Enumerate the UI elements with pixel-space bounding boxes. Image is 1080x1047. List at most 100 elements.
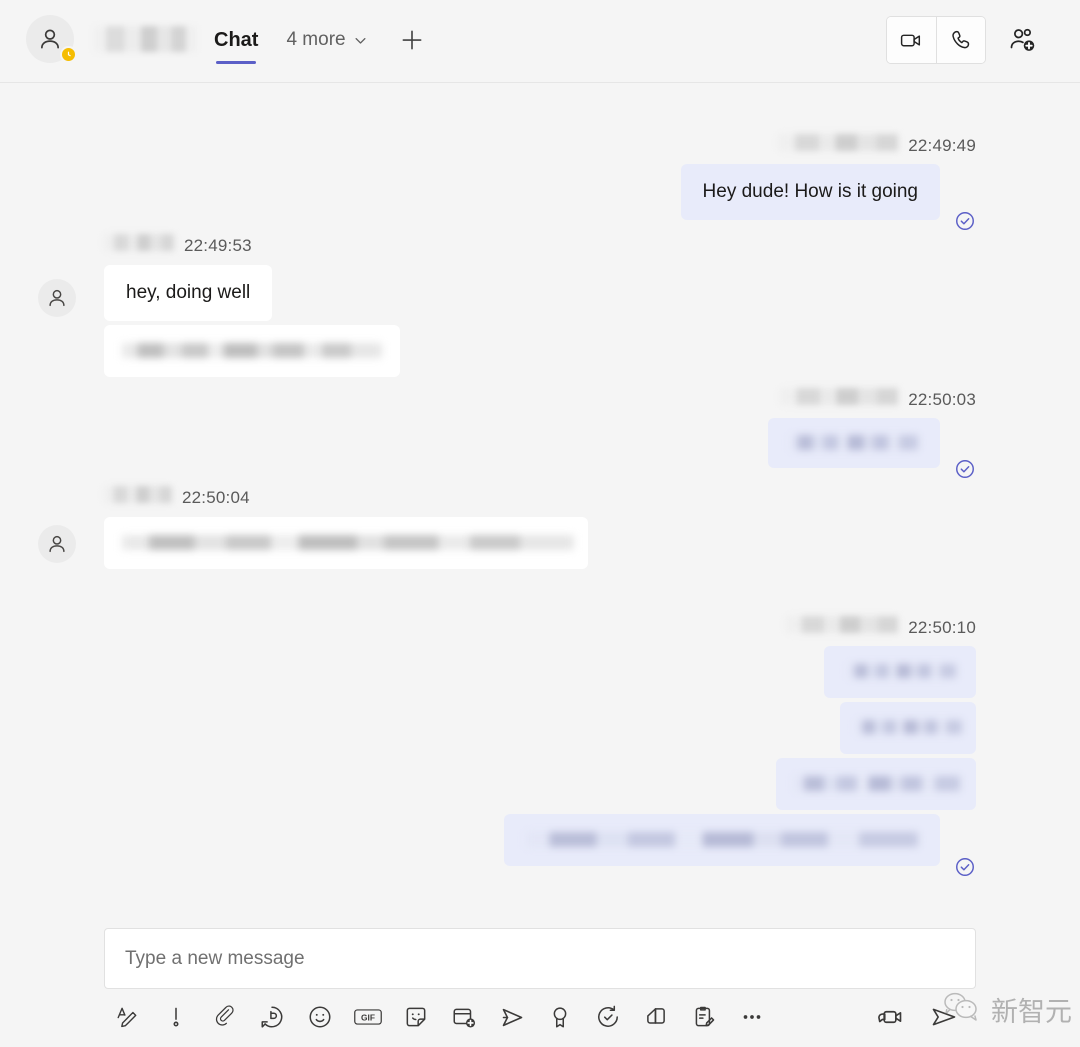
redacted-text — [794, 776, 960, 791]
contact-avatar[interactable] — [26, 15, 77, 63]
message-input[interactable]: Type a new message — [104, 928, 976, 989]
forms-icon — [695, 1006, 715, 1027]
header-actions — [886, 16, 1056, 64]
message-bubble[interactable] — [104, 517, 588, 569]
message-list[interactable]: 22:49:49 Hey dude! How is it going 22:49… — [0, 84, 1080, 912]
add-person-icon — [1010, 28, 1035, 51]
chat-title-redacted — [94, 26, 196, 52]
redacted-text — [122, 535, 574, 550]
loop-component-button[interactable] — [248, 999, 296, 1035]
message-input-placeholder: Type a new message — [125, 947, 305, 969]
apps-button[interactable] — [632, 999, 680, 1035]
message-bubble[interactable] — [768, 418, 940, 468]
person-icon — [41, 29, 59, 49]
redacted-text — [526, 832, 918, 847]
forms-button[interactable] — [680, 999, 728, 1035]
status-badge-away — [60, 46, 77, 63]
message-meta: 22:50:03 — [768, 388, 976, 410]
format-icon — [117, 1007, 137, 1028]
format-button[interactable] — [104, 999, 152, 1035]
message-bubble[interactable] — [104, 324, 400, 377]
attach-icon — [215, 1005, 234, 1026]
message-bubble[interactable] — [776, 758, 976, 810]
sender-name-redacted — [104, 486, 172, 503]
message-bubble[interactable] — [504, 814, 940, 866]
message-group-outgoing: 22:49:49 Hey dude! How is it going — [680, 134, 976, 230]
add-people-button[interactable] — [1004, 21, 1042, 59]
message-group-incoming: 22:50:04 — [38, 486, 588, 569]
message-meta: 22:49:53 — [104, 234, 400, 256]
stream-button[interactable] — [488, 999, 536, 1035]
sender-name-redacted — [104, 234, 174, 251]
apps-icon — [647, 1008, 665, 1024]
clock-icon — [67, 51, 71, 57]
loop-icon — [261, 1006, 283, 1028]
more-options-button[interactable] — [728, 999, 776, 1035]
important-icon — [173, 1007, 179, 1027]
add-tab-button[interactable] — [396, 24, 428, 56]
praise-button[interactable] — [536, 999, 584, 1035]
call-button-group — [886, 16, 986, 64]
composer-right-actions — [866, 999, 968, 1035]
message-bubble[interactable]: hey, doing well — [104, 265, 273, 321]
tab-chat-label: Chat — [214, 28, 259, 51]
praise-icon — [553, 1007, 567, 1028]
sender-name-redacted — [786, 616, 899, 633]
composer-toolbar: GIF — [104, 997, 976, 1037]
message-timestamp: 22:49:49 — [908, 136, 976, 155]
chevron-down-icon — [355, 37, 366, 44]
message-meta: 22:49:49 — [681, 134, 976, 156]
send-button[interactable] — [920, 999, 968, 1035]
message-group-outgoing: 22:50:10 — [504, 616, 976, 876]
more-tabs-label: 4 more — [286, 29, 346, 50]
watermark-text: 新智元 — [991, 996, 1072, 1028]
schedule-send-icon — [598, 1005, 618, 1027]
svg-text:GIF: GIF — [361, 1013, 375, 1023]
message-timestamp: 22:50:03 — [908, 390, 976, 409]
redacted-text — [790, 435, 918, 450]
meet-now-button[interactable] — [440, 999, 488, 1035]
message-bubble[interactable] — [824, 646, 976, 698]
message-meta: 22:50:10 — [504, 616, 976, 638]
message-bubble[interactable]: Hey dude! How is it going — [680, 164, 940, 220]
more-options-icon — [743, 1015, 761, 1019]
message-timestamp: 22:49:53 — [184, 236, 252, 255]
teams-chat-window: Chat 4 more 22:49:49 Hey dude! How is it… — [0, 0, 1080, 1047]
video-call-button[interactable] — [887, 17, 936, 63]
meet-now-icon — [453, 1008, 476, 1028]
more-tabs-dropdown[interactable]: 4 more — [286, 29, 367, 51]
chat-header: Chat 4 more — [0, 0, 1080, 83]
attach-file-button[interactable] — [200, 999, 248, 1035]
message-group-incoming: 22:49:53 hey, doing well — [38, 234, 400, 377]
schedule-send-button[interactable] — [584, 999, 632, 1035]
sender-avatar[interactable] — [38, 525, 76, 563]
tab-chat[interactable]: Chat — [208, 12, 264, 68]
message-timestamp: 22:50:04 — [182, 488, 250, 507]
check-circle-icon — [956, 858, 974, 876]
sender-name-redacted — [778, 134, 899, 151]
message-timestamp: 22:50:10 — [908, 618, 976, 637]
redacted-text — [848, 664, 956, 678]
phone-icon — [951, 30, 969, 48]
sticker-icon — [406, 1007, 426, 1027]
video-message-icon — [878, 1010, 902, 1024]
audio-call-button[interactable] — [936, 17, 985, 63]
redacted-text — [856, 720, 962, 734]
message-bubble[interactable] — [840, 702, 976, 754]
check-circle-icon — [956, 211, 974, 230]
redacted-text — [122, 342, 382, 358]
emoji-button[interactable] — [296, 999, 344, 1035]
check-circle-icon — [956, 460, 974, 478]
delivery-options-button[interactable] — [152, 999, 200, 1035]
gif-icon: GIF — [354, 1009, 382, 1025]
sender-avatar[interactable] — [38, 279, 76, 317]
video-message-button[interactable] — [866, 999, 914, 1035]
message-meta: 22:50:04 — [104, 486, 588, 508]
sticker-button[interactable] — [392, 999, 440, 1035]
sender-name-redacted — [780, 388, 899, 405]
emoji-icon — [309, 1006, 331, 1028]
person-icon — [49, 289, 65, 307]
send-icon — [932, 1008, 956, 1026]
message-group-outgoing: 22:50:03 — [768, 388, 976, 478]
gif-button[interactable]: GIF — [344, 999, 392, 1035]
